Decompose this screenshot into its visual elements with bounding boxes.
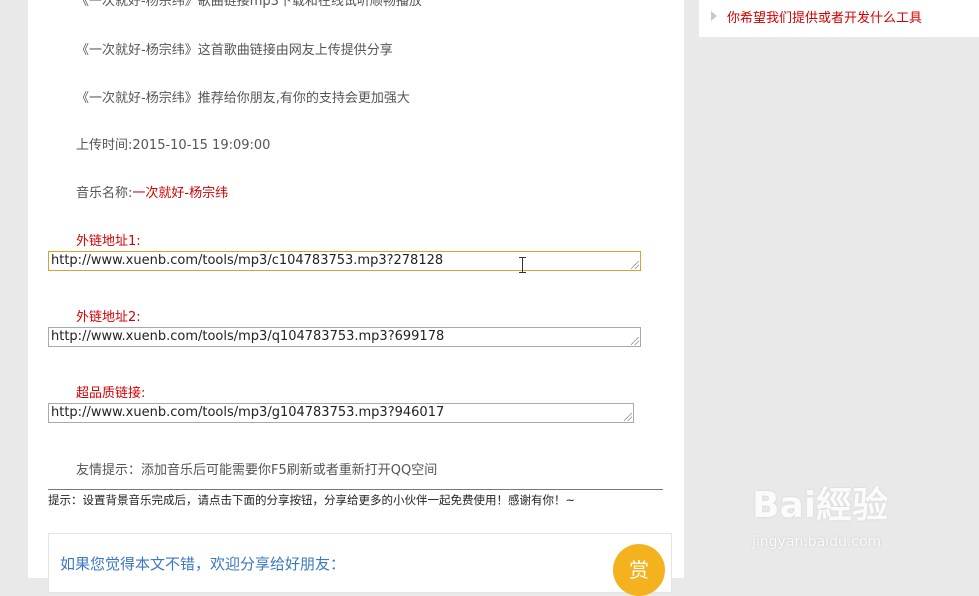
- watermark-logo: Bai經验: [752, 485, 889, 526]
- text-cursor-icon: [519, 257, 526, 273]
- article-line-2: 《一次就好-杨宗纬》推荐给你朋友,有你的支持会更加强大: [76, 91, 410, 106]
- music-name-label: 音乐名称:: [76, 186, 133, 201]
- share-prompt: 如果您觉得本文不错，欢迎分享给好朋友：: [60, 555, 346, 573]
- watermark-url: jingyan.baidu.com: [752, 534, 882, 550]
- hq-link-label: 超品质链接:: [76, 386, 146, 401]
- reward-button[interactable]: 赏: [613, 544, 665, 596]
- music-name: 音乐名称:一次就好-杨宗纬: [76, 182, 228, 201]
- link1-value: http://www.xuenb.com/tools/mp3/c10478375…: [51, 253, 444, 268]
- share-box: 如果您觉得本文不错，欢迎分享给好朋友： 赏: [48, 533, 672, 596]
- sidebar: 你希望我们提供或者开发什么工具: [699, 0, 979, 37]
- share-notice: 提示：设置背景音乐完成后，请点击下面的分享按钮，分享给更多的小伙伴一起免费使用！…: [48, 493, 576, 507]
- resize-grip-icon[interactable]: [624, 413, 632, 421]
- link1-textarea[interactable]: http://www.xuenb.com/tools/mp3/c10478375…: [48, 251, 641, 271]
- article-line-top: 《一次就好-杨宗纬》歌曲链接mp3下载和在线试听顺畅播放: [76, 0, 422, 9]
- music-name-value: 一次就好-杨宗纬: [132, 186, 229, 201]
- hq-link-textarea[interactable]: http://www.xuenb.com/tools/mp3/g10478375…: [48, 403, 634, 423]
- sidebar-item-label: 你希望我们提供或者开发什么工具: [727, 11, 923, 26]
- link2-value: http://www.xuenb.com/tools/mp3/q10478375…: [51, 329, 445, 344]
- link1-label: 外链地址1:: [76, 234, 141, 249]
- article-line-1: 《一次就好-杨宗纬》这首歌曲链接由网友上传提供分享: [76, 43, 393, 58]
- sidebar-item-tool-request[interactable]: 你希望我们提供或者开发什么工具: [711, 7, 922, 26]
- link2-textarea[interactable]: http://www.xuenb.com/tools/mp3/q10478375…: [48, 327, 641, 347]
- friendly-tip: 友情提示：添加音乐后可能需要你F5刷新或者重新打开QQ空间: [76, 463, 438, 478]
- baidu-jingyan-watermark: Bai經验 jingyan.baidu.com: [752, 476, 952, 566]
- resize-grip-icon[interactable]: [631, 337, 639, 345]
- resize-grip-icon[interactable]: [631, 261, 639, 269]
- hq-link-value: http://www.xuenb.com/tools/mp3/g10478375…: [51, 405, 445, 420]
- divider: [48, 489, 663, 490]
- triangle-right-icon: [711, 11, 717, 21]
- link2-label: 外链地址2:: [76, 310, 141, 325]
- upload-time: 上传时间:2015-10-15 19:09:00: [76, 138, 271, 153]
